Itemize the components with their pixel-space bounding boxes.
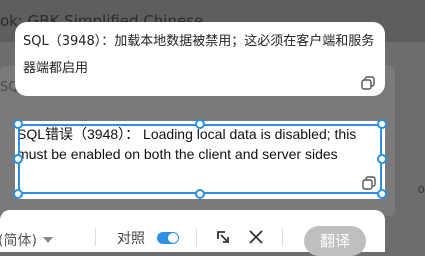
dropdown-arrow-icon <box>42 232 53 248</box>
resize-handle-bottom-left[interactable] <box>13 189 23 199</box>
source-text: SQL（3948）：加载本地数据被禁用；这必须在客户端和服务器端都启用 <box>23 34 375 76</box>
bottom-toolbar: (简体) 对照 翻译 <box>0 210 385 256</box>
resize-handle-bottom[interactable] <box>195 189 205 199</box>
language-select[interactable]: (简体) <box>0 229 59 251</box>
resize-handle-top[interactable] <box>195 119 205 129</box>
toolbar-divider <box>196 228 197 246</box>
resize-handle-left[interactable] <box>13 154 23 164</box>
source-text-bubble[interactable]: SQL（3948）：加载本地数据被禁用；这必须在客户端和服务器端都启用 <box>15 22 385 96</box>
toolbar-divider <box>95 228 96 246</box>
copy-icon[interactable] <box>361 76 375 90</box>
toolbar-divider <box>282 228 283 246</box>
copy-icon[interactable] <box>362 176 376 190</box>
language-label: (简体) <box>0 233 37 249</box>
resize-handle-right[interactable] <box>377 154 387 164</box>
resize-handle-bottom-right[interactable] <box>377 189 387 199</box>
translation-text: SQL错误（3948）： Loading local data is disab… <box>17 126 357 162</box>
resize-handle-top-right[interactable] <box>377 119 387 129</box>
background-right-text: o <box>417 182 425 196</box>
compare-toggle[interactable] <box>157 232 179 244</box>
toggle-knob <box>168 233 178 243</box>
compare-label: 对照 <box>117 231 145 247</box>
screenshot-select-icon[interactable] <box>215 229 231 249</box>
translation-bubble[interactable]: SQL错误（3948）： Loading local data is disab… <box>15 121 385 199</box>
resize-handle-top-left[interactable] <box>13 119 23 129</box>
close-icon[interactable] <box>248 229 264 249</box>
